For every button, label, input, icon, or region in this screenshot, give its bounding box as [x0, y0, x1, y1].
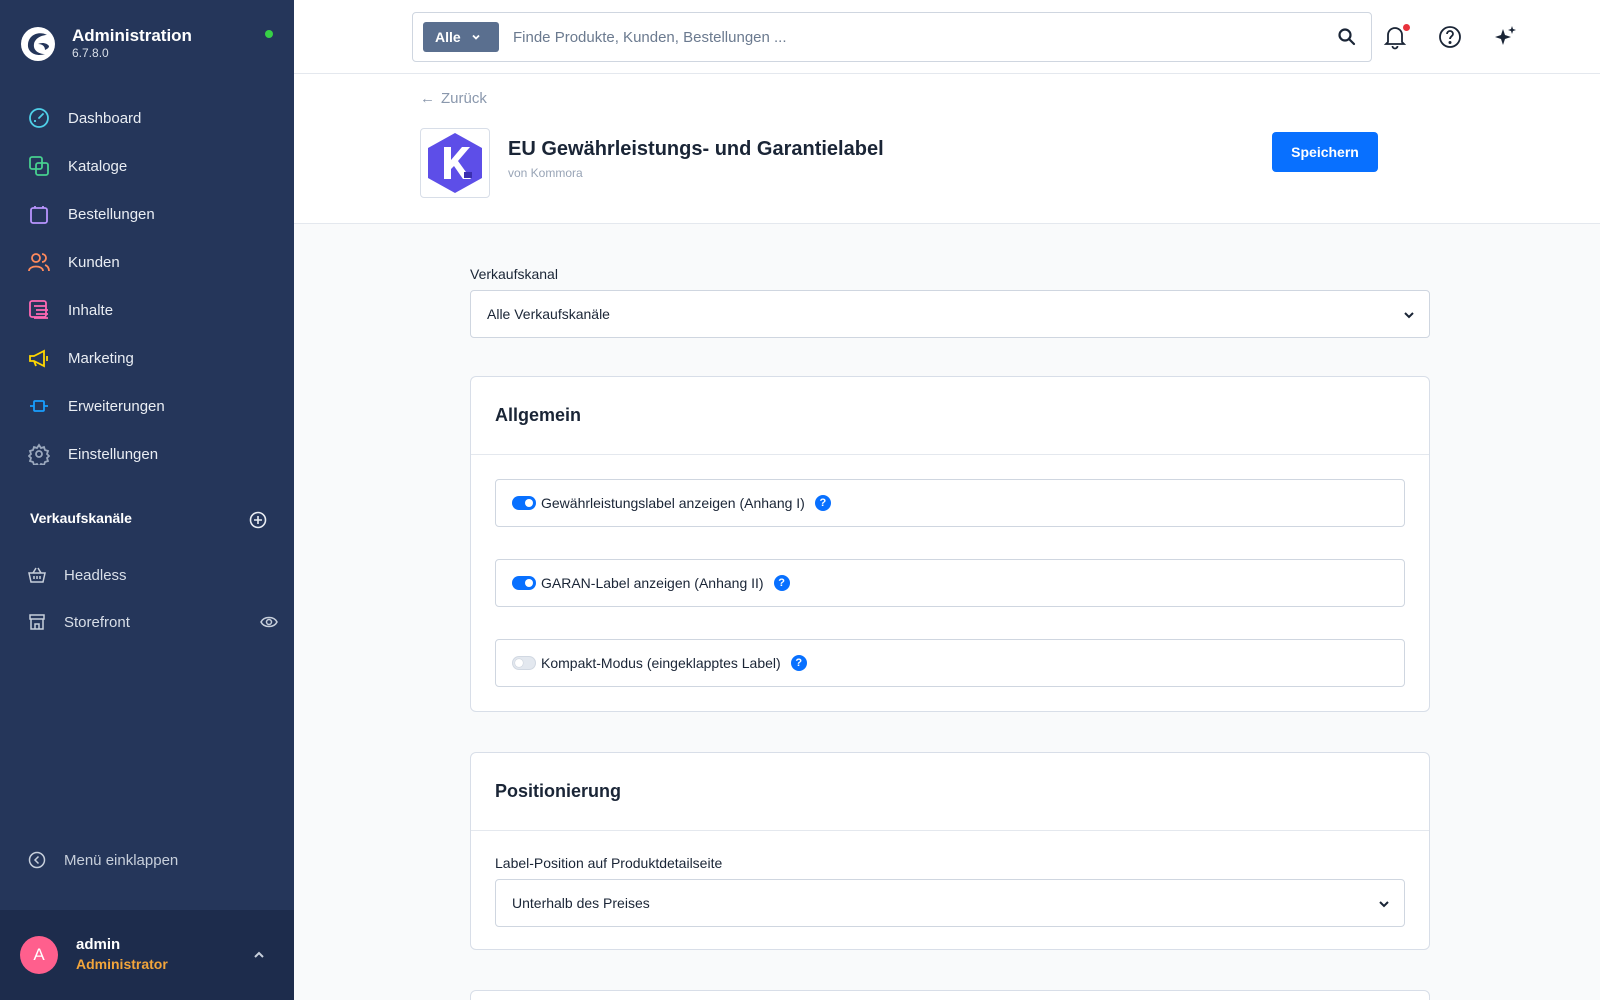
page-header: ← Zurück EU Gewährleistungs- und Garanti… — [294, 74, 1600, 224]
positioning-card-title: Positionierung — [471, 753, 1429, 831]
storefront-icon — [29, 614, 45, 630]
help-icon[interactable]: ? — [790, 655, 807, 671]
page-title: EU Gewährleistungs- und Garantielabel — [508, 138, 884, 160]
back-link[interactable]: ← Zurück — [420, 90, 487, 107]
kommora-logo-icon — [428, 133, 482, 193]
chevron-down-icon — [472, 34, 480, 40]
chevron-down-icon — [1404, 312, 1414, 319]
general-card-title: Allgemein — [471, 377, 1429, 455]
notification-badge — [1403, 24, 1410, 31]
toggle-label: GARAN-Label anzeigen (Anhang II) — [541, 575, 764, 591]
sidebar-item-dashboard[interactable]: Dashboard — [0, 94, 294, 142]
label-position-select[interactable]: Unterhalb des Preises — [495, 879, 1405, 927]
sidebar-item-content[interactable]: Inhalte — [0, 286, 294, 334]
plugin-icon — [28, 395, 50, 417]
sidebar-item-headless[interactable]: Headless — [28, 555, 278, 595]
sidebar-item-label: Kunden — [68, 253, 120, 271]
sidebar-item-catalogs[interactable]: Kataloge — [0, 142, 294, 190]
chevron-left-circle-icon — [28, 851, 46, 869]
shopping-bag-icon — [28, 203, 50, 225]
help-circle-icon[interactable] — [1437, 24, 1463, 50]
sidebar-item-settings[interactable]: Einstellungen — [0, 430, 294, 478]
gear-icon — [28, 443, 50, 465]
sales-channel-label: Verkaufskanal — [470, 266, 558, 282]
main-nav: Dashboard Kataloge Bestellungen Kunden I… — [0, 94, 294, 478]
positioning-card: Positionierung Label-Position auf Produk… — [470, 752, 1430, 950]
sidebar-item-label: Headless — [64, 566, 127, 584]
app-vendor: von Kommora — [508, 166, 583, 180]
general-card: Allgemein Gewährleistungslabel anzeigen … — [470, 376, 1430, 712]
app-version: 6.7.8.0 — [72, 46, 109, 60]
search-type-select[interactable]: Alle — [423, 22, 499, 52]
chevron-up-icon[interactable] — [252, 948, 266, 962]
app-logo — [420, 128, 490, 198]
label-position-label: Label-Position auf Produktdetailseite — [495, 855, 723, 871]
garan-label-switch[interactable] — [512, 576, 536, 590]
content-icon — [28, 299, 50, 321]
collapse-menu-button[interactable]: Menü einklappen — [28, 845, 178, 875]
sidebar-item-label: Storefront — [64, 613, 130, 631]
user-name: admin — [76, 936, 121, 953]
toggle-row-compact-mode: Kompakt-Modus (eingeklapptes Label) ? — [495, 639, 1405, 687]
search-type-label: Alle — [435, 29, 461, 45]
sidebar-item-label: Kataloge — [68, 157, 128, 175]
brand: Administration 6.7.8.0 — [20, 22, 280, 66]
sidebar-item-label: Einstellungen — [68, 445, 159, 463]
sidebar: Administration 6.7.8.0 Dashboard Katalog… — [0, 0, 294, 1000]
global-search: Alle — [412, 12, 1372, 62]
eye-icon[interactable] — [260, 614, 278, 630]
next-card — [470, 990, 1430, 1000]
sales-channel-select[interactable]: Alle Verkaufskanäle — [470, 290, 1430, 338]
sidebar-item-label: Erweiterungen — [68, 397, 165, 415]
sales-channel-value: Alle Verkaufskanäle — [487, 306, 610, 322]
megaphone-icon — [28, 347, 50, 369]
sidebar-item-customers[interactable]: Kunden — [0, 238, 294, 286]
sidebar-item-label: Bestellungen — [68, 205, 155, 223]
chevron-down-icon — [1379, 901, 1389, 908]
search-icon[interactable] — [1337, 27, 1357, 47]
user-role: Administrator — [76, 956, 168, 972]
users-icon — [28, 251, 50, 273]
sidebar-item-label: Inhalte — [68, 301, 114, 319]
sidebar-item-label: Dashboard — [68, 109, 142, 127]
shopware-logo-icon[interactable] — [20, 26, 56, 62]
dashboard-gauge-icon — [28, 107, 50, 129]
arrow-left-icon: ← — [420, 90, 435, 107]
sidebar-item-label: Marketing — [68, 349, 134, 367]
help-icon[interactable]: ? — [773, 575, 790, 591]
search-input[interactable] — [513, 23, 1293, 51]
sparkles-icon[interactable] — [1492, 24, 1518, 50]
sales-channels-title: Verkaufskanäle — [30, 510, 132, 526]
sidebar-item-storefront[interactable]: Storefront — [28, 602, 278, 642]
basket-icon — [28, 567, 46, 583]
label-position-value: Unterhalb des Preises — [512, 895, 650, 911]
sidebar-item-orders[interactable]: Bestellungen — [0, 190, 294, 238]
app-title: Administration — [72, 26, 192, 45]
toggle-label: Kompakt-Modus (eingeklapptes Label) — [541, 655, 781, 671]
toggle-row-garan-label: GARAN-Label anzeigen (Anhang II) ? — [495, 559, 1405, 607]
help-icon[interactable]: ? — [814, 495, 831, 511]
catalog-icon — [28, 155, 50, 177]
add-sales-channel-icon[interactable] — [249, 511, 267, 529]
compact-mode-switch[interactable] — [512, 656, 536, 670]
online-status-dot — [265, 30, 273, 38]
back-label: Zurück — [441, 90, 487, 107]
sidebar-item-marketing[interactable]: Marketing — [0, 334, 294, 382]
sidebar-item-extensions[interactable]: Erweiterungen — [0, 382, 294, 430]
collapse-menu-label: Menü einklappen — [64, 851, 179, 869]
top-bar: Alle — [294, 0, 1600, 74]
warranty-label-switch[interactable] — [512, 496, 536, 510]
toggle-row-warranty-label: Gewährleistungslabel anzeigen (Anhang I)… — [495, 479, 1405, 527]
avatar: A — [20, 936, 58, 974]
toggle-label: Gewährleistungslabel anzeigen (Anhang I) — [541, 495, 805, 511]
save-button[interactable]: Speichern — [1272, 132, 1378, 172]
user-menu[interactable]: A admin Administrator — [0, 910, 294, 1000]
